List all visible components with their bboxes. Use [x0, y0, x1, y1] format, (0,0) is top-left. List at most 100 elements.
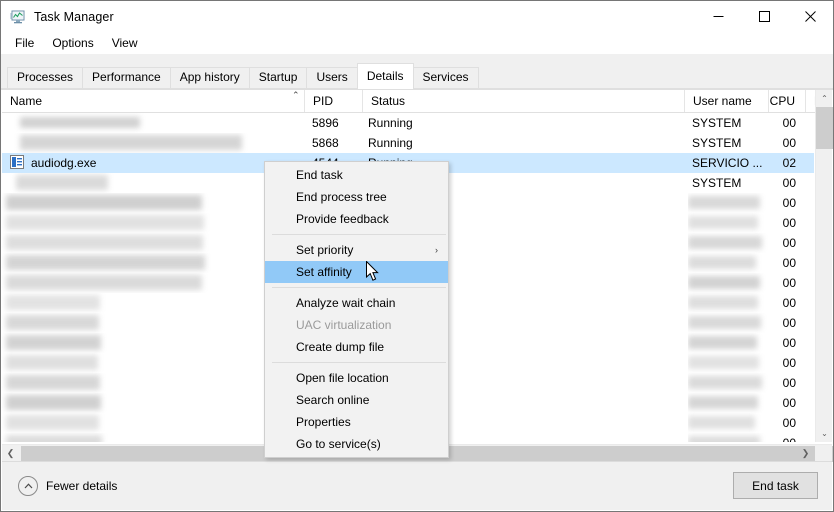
redacted-text — [6, 435, 102, 442]
cell-name — [2, 173, 305, 193]
redacted-text — [688, 376, 762, 389]
maximize-button[interactable] — [741, 1, 787, 32]
context-menu-item-analyze-wait-chain[interactable]: Analyze wait chain — [265, 292, 448, 314]
cell-username — [688, 313, 772, 333]
cell-cpu: 00 — [782, 276, 796, 290]
context-menu-separator — [272, 287, 446, 288]
tab-details[interactable]: Details — [356, 63, 414, 89]
scroll-up-arrow[interactable]: ⌃ — [816, 90, 833, 107]
redacted-text — [6, 335, 101, 350]
menu-options[interactable]: Options — [44, 34, 101, 52]
redacted-text — [688, 356, 759, 369]
cell-name — [2, 293, 305, 313]
redacted-text — [688, 196, 760, 209]
cell-name — [2, 113, 305, 133]
cell-username — [688, 253, 772, 273]
cell-cpu: 00 — [782, 196, 796, 210]
cell-name — [2, 253, 305, 273]
context-menu-item-end-process-tree[interactable]: End process tree — [265, 186, 448, 208]
cell-cpu: 00 — [782, 316, 796, 330]
column-header-cpu[interactable]: CPU — [769, 90, 806, 112]
table-row[interactable]: 5868 Running SYSTEM 00 — [2, 133, 814, 153]
column-header-pid[interactable]: PID — [305, 90, 363, 112]
vertical-scrollbar[interactable]: ⌃ ⌄ — [815, 90, 833, 442]
cell-username: SYSTEM — [692, 136, 742, 150]
tab-services[interactable]: Services — [412, 67, 479, 88]
cell-name — [2, 133, 305, 153]
tab-strip: Processes Performance App history Startu… — [1, 54, 833, 90]
fewer-details-button[interactable]: Fewer details — [18, 476, 117, 496]
cell-username — [688, 293, 772, 313]
cell-cpu: 00 — [782, 136, 796, 150]
cell-username — [688, 433, 772, 442]
cell-cpu: 00 — [782, 116, 796, 130]
context-menu-item-uac-virtualization: UAC virtualization — [296, 318, 392, 332]
context-menu-item-set-priority[interactable]: Set priority › — [265, 239, 448, 261]
context-menu-item-provide-feedback[interactable]: Provide feedback — [265, 208, 448, 230]
table-row[interactable]: 5896 Running SYSTEM 00 — [2, 113, 814, 133]
context-menu-item-open-file-location[interactable]: Open file location — [265, 367, 448, 389]
process-icon — [10, 155, 26, 171]
redacted-text — [16, 175, 108, 190]
context-menu-separator — [272, 362, 446, 363]
redacted-text — [688, 436, 760, 442]
cell-username — [688, 273, 772, 293]
cell-username — [688, 413, 772, 433]
context-menu-item-search-online[interactable]: Search online — [265, 389, 448, 411]
cell-username — [688, 213, 772, 233]
context-menu-item-set-affinity[interactable]: Set affinity — [265, 261, 448, 283]
tab-processes[interactable]: Processes — [7, 67, 84, 88]
tab-app-history[interactable]: App history — [169, 67, 250, 88]
tab-performance[interactable]: Performance — [82, 67, 171, 88]
cell-username — [688, 353, 772, 373]
redacted-text — [688, 276, 760, 289]
menu-view[interactable]: View — [104, 34, 146, 52]
cell-name — [2, 393, 305, 413]
cell-name: audiodg.exe — [2, 153, 305, 173]
context-menu-item-end-task[interactable]: End task — [265, 164, 448, 186]
cell-name — [2, 193, 305, 213]
scroll-down-arrow[interactable]: ⌄ — [816, 425, 833, 442]
close-button[interactable] — [787, 1, 833, 32]
redacted-text — [6, 395, 101, 410]
chevron-up-circle-icon — [18, 476, 38, 496]
context-menu-item-go-to-services[interactable]: Go to service(s) — [265, 433, 448, 455]
column-header-username[interactable]: User name — [685, 90, 769, 112]
vertical-scroll-thumb[interactable] — [816, 107, 833, 149]
cell-username — [688, 233, 772, 253]
fewer-details-label: Fewer details — [46, 479, 118, 493]
redacted-text — [6, 255, 205, 270]
tab-startup[interactable]: Startup — [248, 67, 308, 88]
redacted-text — [6, 355, 98, 370]
column-header-name[interactable]: Name ⌃ — [2, 90, 305, 112]
cell-username: SYSTEM — [692, 176, 742, 190]
context-menu-separator — [272, 234, 446, 235]
context-menu-item-create-dump-file[interactable]: Create dump file — [265, 336, 448, 358]
context-menu: End task End process tree Provide feedba… — [264, 161, 449, 458]
end-task-button[interactable]: End task — [733, 472, 818, 499]
scroll-left-arrow[interactable]: ❮ — [2, 445, 19, 462]
window-title: Task Manager — [34, 9, 114, 24]
task-manager-icon — [10, 9, 26, 25]
redacted-text — [688, 416, 755, 429]
minimize-button[interactable] — [695, 1, 741, 32]
redacted-text — [688, 336, 757, 349]
cell-username — [688, 333, 772, 353]
caption-buttons — [695, 1, 833, 32]
cell-cpu: 00 — [782, 236, 796, 250]
redacted-text — [688, 296, 758, 309]
sort-ascending-icon: ⌃ — [292, 90, 300, 100]
menu-file[interactable]: File — [7, 34, 42, 52]
cell-name — [2, 333, 305, 353]
cell-name — [2, 353, 305, 373]
scroll-right-arrow[interactable]: ❯ — [797, 445, 814, 462]
redacted-text — [688, 236, 762, 249]
context-menu-item-properties[interactable]: Properties — [265, 411, 448, 433]
column-header-row: Name ⌃ PID Status User name CPU M — [2, 90, 832, 113]
redacted-text — [688, 316, 761, 329]
redacted-text — [6, 275, 202, 290]
tab-users[interactable]: Users — [306, 67, 358, 88]
cell-cpu: 00 — [782, 416, 796, 430]
cell-username — [688, 393, 772, 413]
column-header-status[interactable]: Status — [363, 90, 685, 112]
